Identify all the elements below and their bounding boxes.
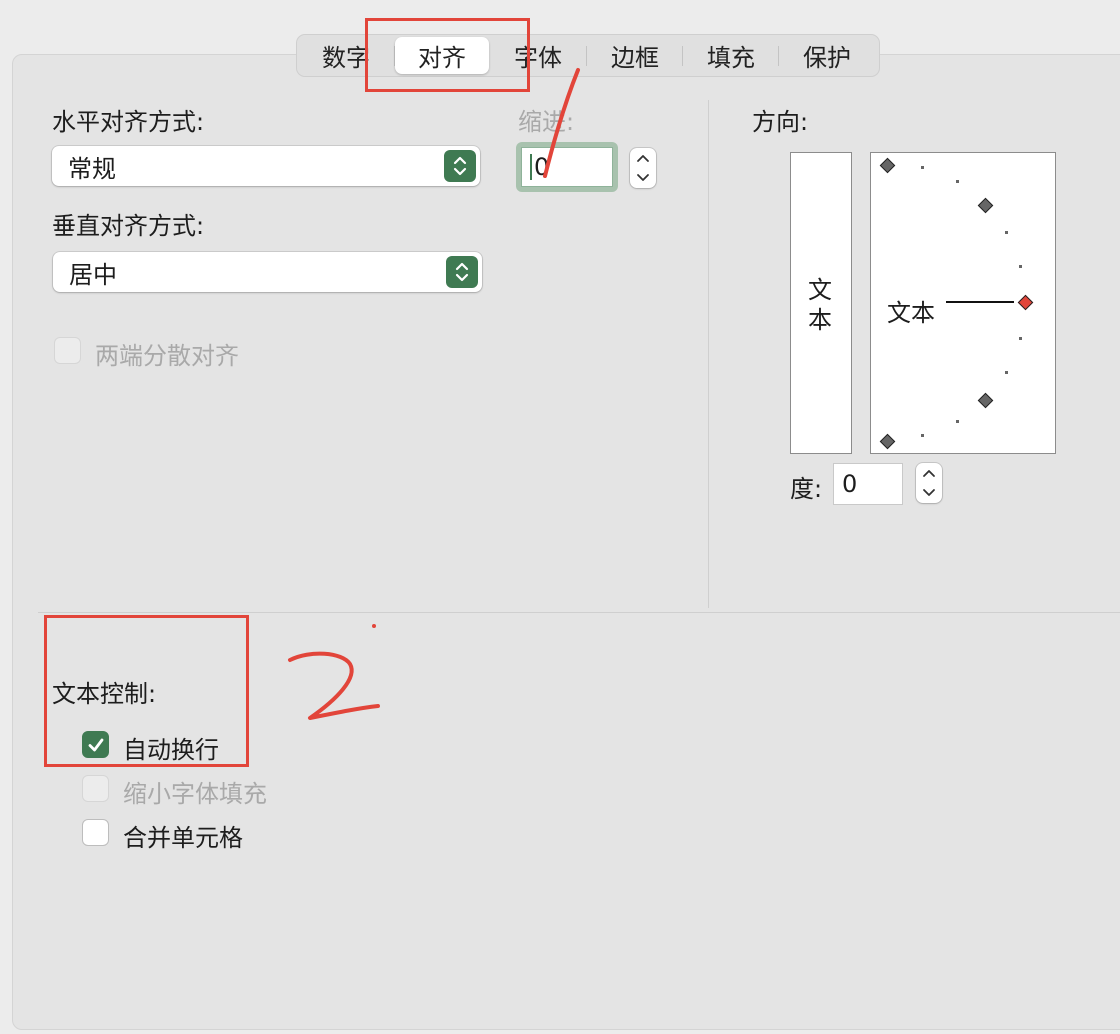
annotation-strokes <box>288 68 580 720</box>
annotation-dot <box>372 624 376 628</box>
annotation-mark-1 <box>543 68 580 178</box>
annotation-mark-2 <box>288 651 380 720</box>
